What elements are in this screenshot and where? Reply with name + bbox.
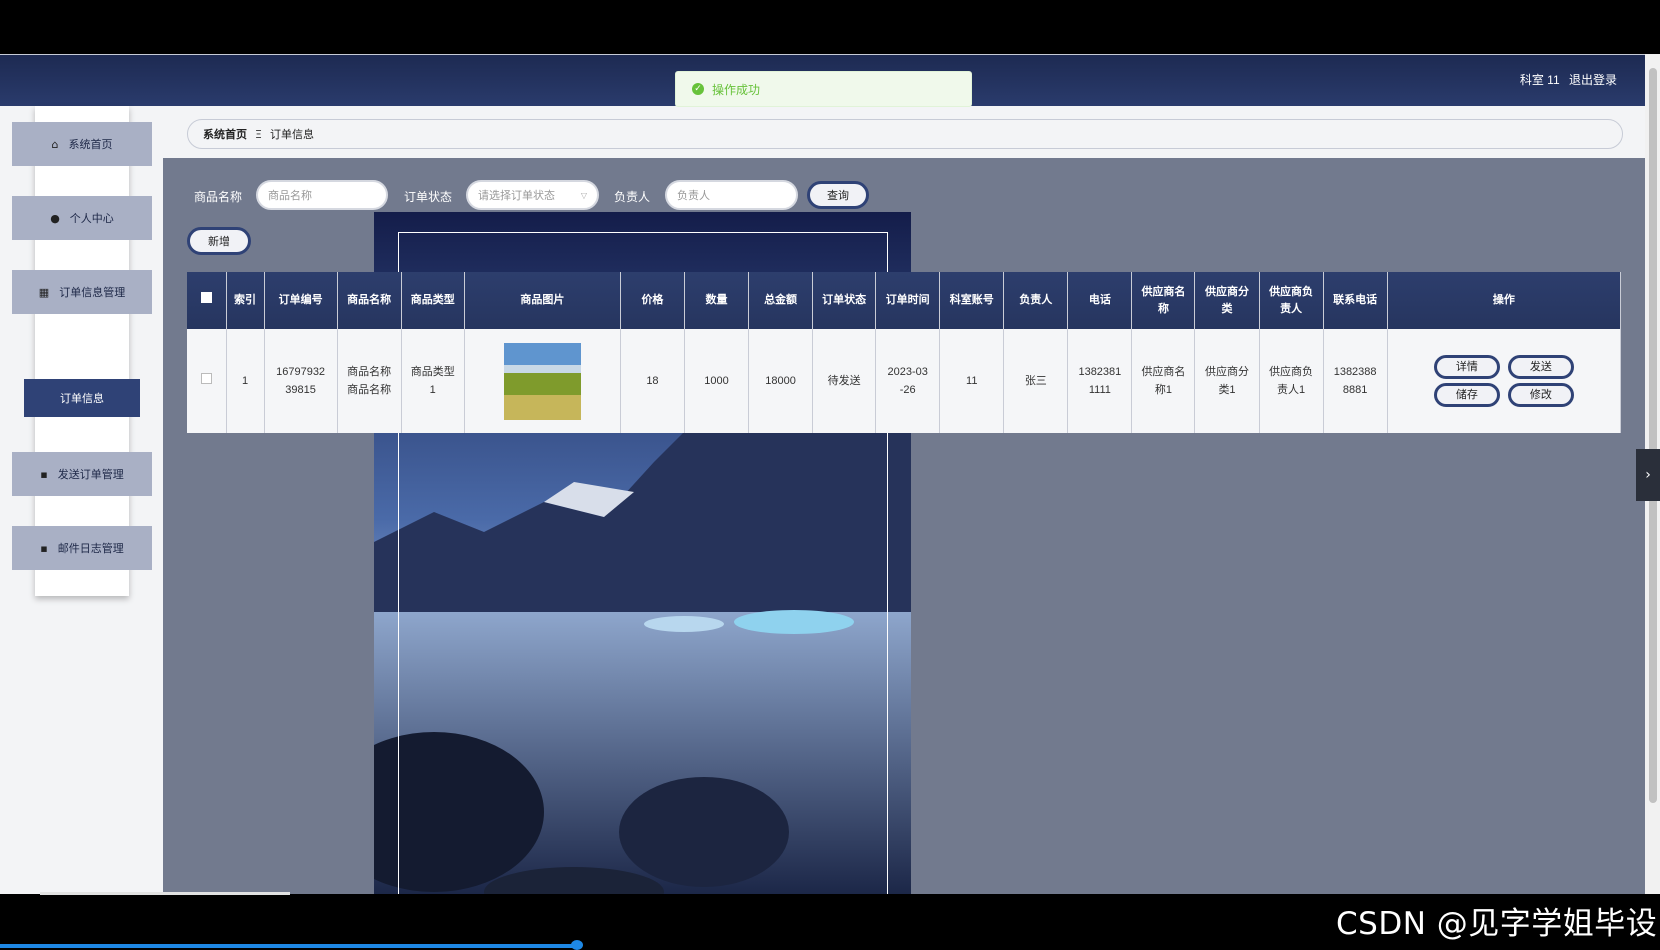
order-status-label: 订单状态 (404, 190, 453, 204)
app-window: 科室 11 退出登录 ✓ 操作成功 系统首页 Ξ 订单信息 ⌂ 系统首页 ● 个… (0, 54, 1645, 894)
horizontal-scrollbar-thumb[interactable] (40, 892, 290, 895)
column-header: 订单状态 (812, 272, 877, 329)
browser-frame: 科室 11 退出登录 ✓ 操作成功 系统首页 Ξ 订单信息 ⌂ 系统首页 ● 个… (0, 0, 1660, 950)
owner-placeholder: 负责人 (677, 189, 710, 202)
column-header: 数量 (684, 272, 750, 329)
cell-dept-account: 11 (939, 329, 1005, 433)
cell-order-no: 1679793239815 (264, 329, 338, 433)
breadcrumb-current: 订单信息 (269, 128, 314, 141)
column-header: 价格 (620, 272, 685, 329)
cell-order-time: 2023-03-26 (875, 329, 941, 433)
sidebar-item-label: 系统首页 (68, 138, 113, 151)
row-select-cell (187, 329, 227, 433)
column-header: 供应商负责人 (1259, 272, 1324, 329)
sidebar-item-home[interactable]: ⌂ 系统首页 (12, 122, 152, 166)
check-circle-icon: ✓ (692, 83, 704, 95)
sidebar-item-label: 订单信息管理 (59, 286, 126, 299)
cell-supplier-category: 供应商分类1 (1194, 329, 1260, 433)
column-header: 操作 (1387, 272, 1622, 329)
cell-product-type: 商品类型1 (401, 329, 465, 433)
cell-product-image (464, 329, 621, 433)
cell-status: 待发送 (812, 329, 877, 433)
video-progress-knob[interactable] (571, 940, 583, 950)
product-name-label: 商品名称 (194, 190, 243, 204)
grid-icon: ▦ (38, 285, 50, 299)
cell-index: 1 (226, 329, 265, 433)
order-status-select[interactable]: 请选择订单状态 ▽ (466, 180, 599, 210)
sidebar-subitem-label: 订单信息 (60, 392, 104, 405)
chevron-down-icon: ▽ (580, 191, 587, 200)
sidebar-item-order-management[interactable]: ▦ 订单信息管理 (12, 270, 152, 314)
order-status-placeholder: 请选择订单状态 (478, 189, 555, 202)
breadcrumb-home[interactable]: 系统首页 (203, 126, 247, 142)
success-toast: ✓ 操作成功 (675, 71, 972, 107)
column-header: 供应商分类 (1194, 272, 1260, 329)
column-header: 联系电话 (1323, 272, 1388, 329)
edit-button[interactable]: 修改 (1507, 383, 1574, 407)
column-header: 商品图片 (464, 272, 621, 329)
select-all-checkbox[interactable] (200, 292, 212, 303)
sidebar-column (35, 106, 129, 596)
column-header: 索引 (226, 272, 265, 329)
folder-icon: ▪ (40, 541, 48, 555)
column-header: 科室账号 (939, 272, 1005, 329)
send-button[interactable]: 发送 (1507, 355, 1574, 379)
row-checkbox[interactable] (200, 373, 212, 384)
user-icon: ● (50, 211, 60, 225)
cell-total: 18000 (748, 329, 814, 433)
owner-input[interactable]: 负责人 (665, 180, 798, 210)
watermark-text: CSDN @见字学姐毕设 (1336, 906, 1658, 942)
column-header: 负责人 (1003, 272, 1069, 329)
product-name-placeholder: 商品名称 (268, 189, 312, 202)
sidebar-item-profile[interactable]: ● 个人中心 (12, 196, 152, 240)
sidebar-item-send-orders[interactable]: ▪ 发送订单管理 (12, 452, 152, 496)
folder-icon: ▪ (40, 467, 48, 481)
detail-button[interactable]: 详情 (1433, 355, 1500, 379)
product-image (503, 342, 581, 420)
table-header-row: 索引 订单编号 商品名称 商品类型 商品图片 价格 数量 总金额 订单状态 订单… (187, 272, 1622, 329)
logout-link[interactable]: 退出登录 (1569, 73, 1617, 87)
sidebar-item-label: 发送订单管理 (57, 468, 124, 481)
sidebar-item-label: 个人中心 (69, 212, 114, 225)
breadcrumb-separator: Ξ (255, 127, 262, 141)
sidebar: ⌂ 系统首页 ● 个人中心 ▦ 订单信息管理 订单信息 ▪ 发送订单管理 ▪ 邮… (0, 106, 163, 894)
query-button-label: 查询 (827, 189, 849, 202)
add-button-label: 新增 (208, 235, 230, 248)
column-header: 总金额 (748, 272, 814, 329)
column-header: 订单编号 (264, 272, 338, 329)
toast-message: 操作成功 (712, 82, 761, 97)
cell-supplier-owner: 供应商负责人1 (1259, 329, 1324, 433)
sidebar-subitem-order-info[interactable]: 订单信息 (24, 379, 140, 417)
table-row: 1 1679793239815 商品名称商品名称 商品类型1 18 1000 1… (187, 329, 1622, 433)
user-name: 科室 11 (1519, 73, 1560, 87)
home-icon: ⌂ (51, 137, 59, 151)
video-progress-bar[interactable] (0, 944, 578, 948)
product-name-input[interactable]: 商品名称 (256, 180, 388, 210)
cell-owner: 张三 (1003, 329, 1069, 433)
sidebar-item-label: 邮件日志管理 (57, 542, 124, 555)
add-button[interactable]: 新增 (187, 227, 251, 255)
store-button[interactable]: 储存 (1433, 383, 1500, 407)
column-header: 订单时间 (875, 272, 941, 329)
cell-product-name: 商品名称商品名称 (337, 329, 402, 433)
cell-actions: 详情 发送 储存 修改 (1387, 329, 1622, 433)
query-button[interactable]: 查询 (807, 181, 869, 209)
cell-supplier-name: 供应商名称1 (1131, 329, 1196, 433)
cell-contact-phone: 13823888881 (1323, 329, 1388, 433)
sidebar-item-mail-logs[interactable]: ▪ 邮件日志管理 (12, 526, 152, 570)
cell-price: 18 (620, 329, 685, 433)
select-all-cell (187, 272, 227, 329)
cell-phone: 13823811111 (1067, 329, 1133, 433)
column-header: 商品类型 (401, 272, 465, 329)
cell-quantity: 1000 (684, 329, 750, 433)
column-header: 商品名称 (337, 272, 402, 329)
column-header: 电话 (1067, 272, 1133, 329)
column-header: 供应商名称 (1131, 272, 1196, 329)
owner-label: 负责人 (614, 190, 651, 204)
breadcrumb: 系统首页 Ξ 订单信息 (187, 119, 1623, 149)
user-area: 科室 11 退出登录 (1514, 71, 1617, 88)
chevron-right-icon[interactable]: › (1636, 449, 1660, 501)
scrollbar-thumb[interactable] (1649, 68, 1657, 803)
orders-table: 索引 订单编号 商品名称 商品类型 商品图片 价格 数量 总金额 订单状态 订单… (187, 272, 1622, 433)
